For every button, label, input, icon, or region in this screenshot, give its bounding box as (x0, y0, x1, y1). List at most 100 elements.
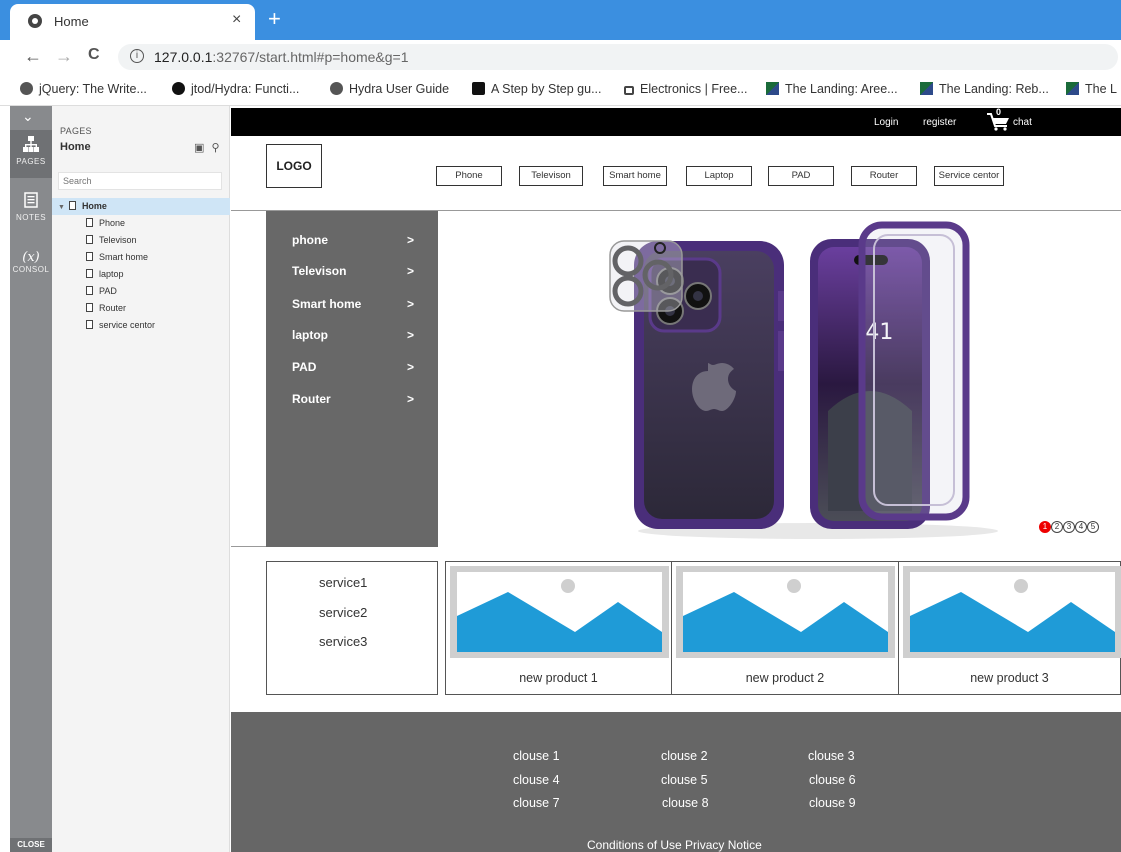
bookmark-item[interactable]: The Landing: Aree... (766, 82, 898, 96)
category-pad[interactable]: PAD > (292, 360, 422, 374)
notes-icon (24, 192, 38, 208)
banner-carousel[interactable]: :41 (438, 211, 1121, 547)
tree-item-laptop[interactable]: laptop (52, 266, 230, 283)
url-field[interactable]: i 127.0.0.1:32767/start.html#p=home&g=1 (118, 44, 1118, 70)
slide-dot[interactable]: 4 (1075, 521, 1087, 533)
tab-close-button[interactable]: × (232, 11, 241, 29)
export-icon[interactable]: ▣ (194, 142, 204, 154)
pages-tree: ▼ Home Phone Televison Smart home laptop … (52, 198, 230, 334)
reload-button[interactable]: C (88, 46, 100, 64)
product-label: new product 2 (745, 671, 825, 685)
site-footer: clouse 1 clouse 2 clouse 3 clouse 4 clou… (231, 712, 1121, 852)
product-card[interactable]: new product 1 (445, 561, 672, 695)
info-icon[interactable]: i (130, 49, 144, 63)
bookmark-item[interactable]: The L (1066, 82, 1117, 96)
cart-icon[interactable]: 0 (986, 107, 1009, 131)
bookmark-item[interactable]: jtod/Hydra: Functi... (172, 82, 299, 96)
rail-console-label: CONSOL (12, 265, 50, 274)
nav-pad[interactable]: PAD (768, 166, 834, 186)
tree-item-service-centor[interactable]: service centor (52, 317, 230, 334)
footer-clause[interactable]: clouse 8 (662, 796, 709, 810)
category-label: Smart home (292, 297, 362, 311)
service-link[interactable]: service2 (319, 605, 367, 620)
bookmark-item[interactable]: A Step by Step gu... (472, 82, 602, 96)
bookmark-item[interactable]: The Landing: Reb... (920, 82, 1049, 96)
page-icon (68, 201, 76, 210)
page-icon (86, 218, 93, 227)
slide-dot[interactable]: 3 (1063, 521, 1075, 533)
new-tab-button[interactable]: + (268, 6, 281, 32)
nav-phone[interactable]: Phone (436, 166, 502, 186)
bookmark-item[interactable]: Electronics | Free... (624, 82, 747, 96)
footer-clause[interactable]: clouse 5 (661, 773, 708, 787)
phone-case-image: :41 (609, 221, 998, 539)
category-router[interactable]: Router > (292, 392, 422, 406)
category-laptop[interactable]: laptop > (292, 328, 422, 342)
nav-televison[interactable]: Televison (519, 166, 583, 186)
tree-item-home[interactable]: ▼ Home (52, 198, 230, 215)
bookmark-item[interactable]: jQuery: The Write... (20, 82, 147, 96)
product-label: new product 3 (970, 671, 1049, 685)
footer-clause[interactable]: clouse 9 (809, 796, 856, 810)
tree-item-televison[interactable]: Televison (52, 232, 230, 249)
footer-clause[interactable]: clouse 4 (513, 773, 560, 787)
bookmark-label: jQuery: The Write... (39, 82, 147, 96)
browser-tab[interactable]: Home × (10, 4, 255, 40)
nav-service-centor[interactable]: Service centor (934, 166, 1004, 186)
hero-section: phone > Televison > Smart home > laptop > PA… (231, 211, 1121, 547)
product-label: new product 1 (519, 671, 598, 685)
bookmark-label: jtod/Hydra: Functi... (191, 82, 300, 96)
back-button[interactable]: ← (24, 46, 42, 67)
product-card[interactable]: new product 2 (672, 561, 899, 695)
forward-button[interactable]: → (55, 46, 73, 67)
chat-link[interactable]: chat (1013, 117, 1032, 128)
tree-item-router[interactable]: Router (52, 300, 230, 317)
sidebar-close-button[interactable]: CLOSE (10, 838, 52, 852)
prototype-page: Login register 0 chat LOGO Phone Televis… (231, 106, 1121, 852)
bookmark-item[interactable]: Hydra User Guide (330, 82, 449, 96)
category-phone[interactable]: phone > (292, 233, 422, 247)
nav-router[interactable]: Router (851, 166, 917, 186)
footer-legal-links[interactable]: Conditions of Use Privacy Notice (587, 838, 762, 852)
image-placeholder-icon (903, 566, 1121, 658)
variable-icon: (x) (22, 250, 40, 265)
rail-pages-button[interactable]: PAGES (10, 130, 52, 178)
footer-clause[interactable]: clouse 2 (661, 749, 708, 763)
service-link[interactable]: service3 (319, 634, 367, 649)
nav-laptop[interactable]: Laptop (686, 166, 752, 186)
site-logo[interactable]: LOGO (266, 144, 322, 188)
tree-item-label: Router (99, 303, 127, 313)
category-smart-home[interactable]: Smart home > (292, 297, 422, 311)
service-link[interactable]: service1 (319, 575, 367, 590)
category-menu: phone > Televison > Smart home > laptop > PA… (266, 211, 438, 547)
cart-count: 0 (996, 107, 1002, 117)
footer-clause[interactable]: clouse 1 (513, 749, 560, 763)
chevron-down-icon[interactable]: ⌄ (22, 108, 34, 125)
tree-item-label: laptop (99, 269, 124, 279)
tree-item-label: service centor (99, 320, 156, 330)
tab-title: Home (54, 14, 89, 29)
tree-item-phone[interactable]: Phone (52, 215, 230, 232)
category-televison[interactable]: Televison > (292, 264, 422, 278)
caret-down-icon[interactable]: ▼ (58, 204, 65, 211)
browser-tab-bar: Home × + (0, 0, 1121, 40)
product-card[interactable]: new product 3 (899, 561, 1121, 695)
slide-dot[interactable]: 1 (1039, 521, 1051, 533)
tree-item-pad[interactable]: PAD (52, 283, 230, 300)
footer-clause[interactable]: clouse 7 (513, 796, 560, 810)
tree-item-smart-home[interactable]: Smart home (52, 249, 230, 266)
login-link[interactable]: Login (874, 117, 898, 128)
slide-dot[interactable]: 5 (1087, 521, 1099, 533)
footer-clause[interactable]: clouse 3 (808, 749, 855, 763)
footer-clause[interactable]: clouse 6 (809, 773, 856, 787)
image-placeholder-icon (676, 566, 895, 658)
url-path: :32767/start.html#p=home&g=1 (212, 49, 409, 65)
nav-smart-home[interactable]: Smart home (603, 166, 667, 186)
bookmarks-bar: jQuery: The Write... jtod/Hydra: Functi.… (0, 74, 1121, 106)
slide-dot[interactable]: 2 (1051, 521, 1063, 533)
rail-console-button[interactable]: (x) CONSOL (10, 250, 52, 274)
pages-search-input[interactable] (58, 172, 222, 190)
register-link[interactable]: register (923, 117, 956, 128)
rail-notes-button[interactable]: NOTES (10, 192, 52, 222)
pin-icon[interactable]: ⚲ (211, 142, 219, 154)
